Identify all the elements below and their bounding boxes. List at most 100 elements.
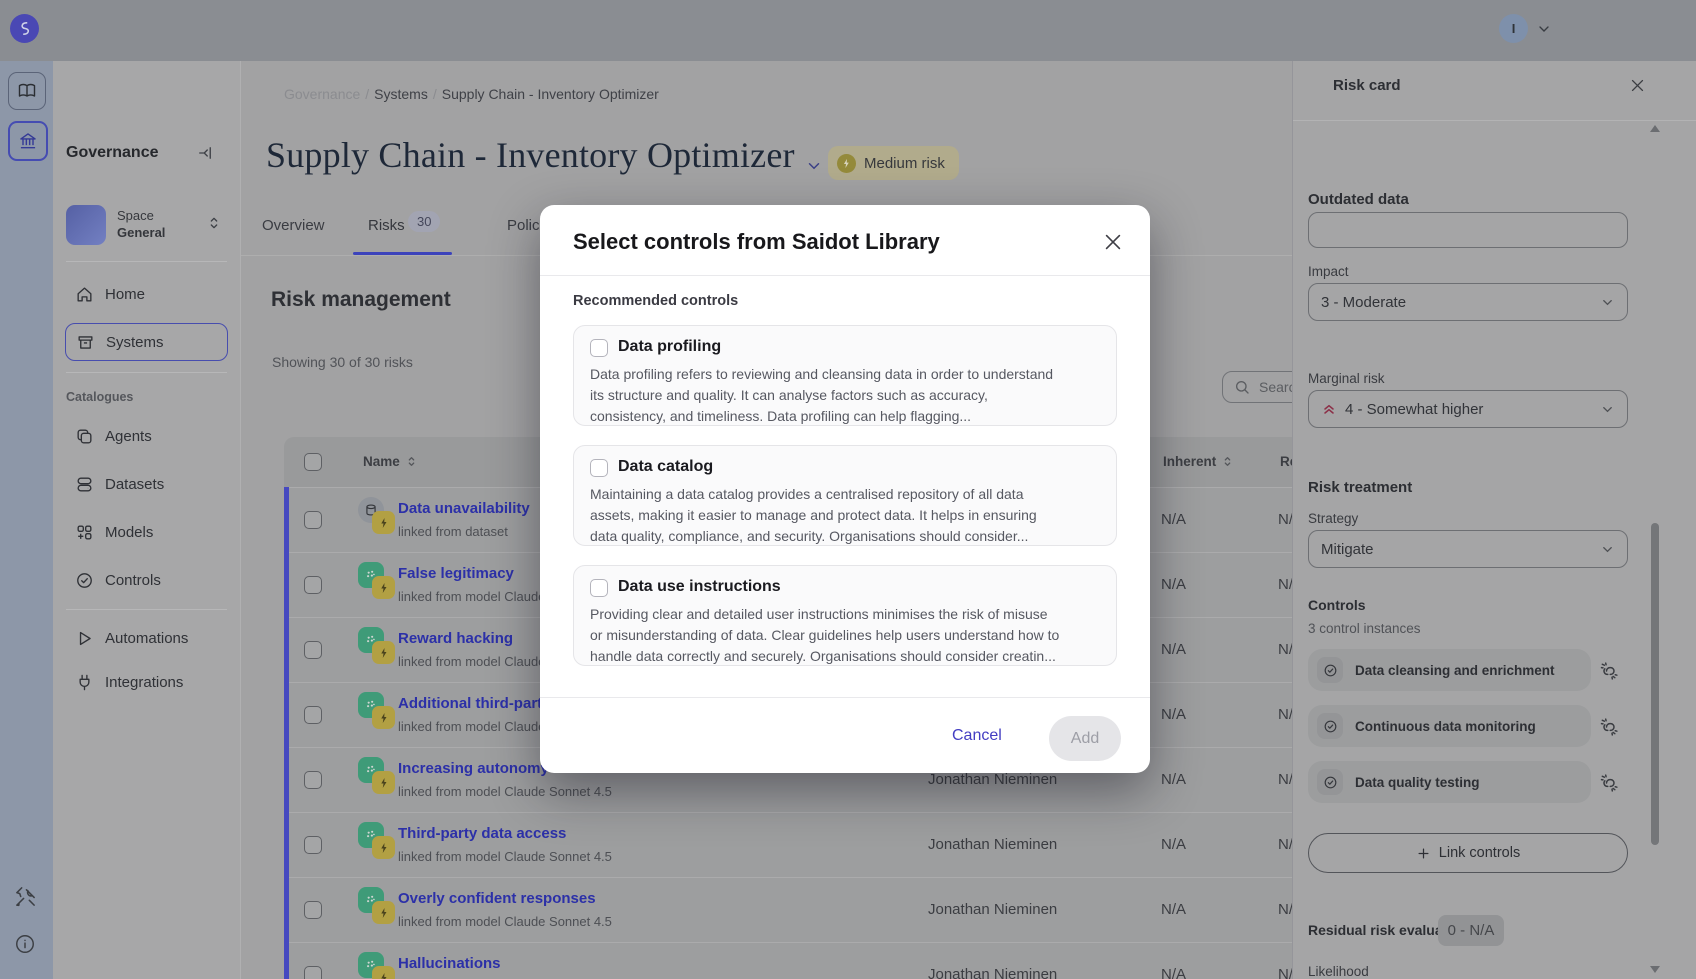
risk-bolt-icon — [372, 576, 395, 599]
breadcrumb-governance[interactable]: Governance — [284, 86, 360, 102]
risk-source-icons — [358, 887, 400, 929]
control-option-title: Data profiling — [618, 338, 721, 356]
panel-scrollbar-thumb[interactable] — [1651, 523, 1659, 845]
marginal-risk-select[interactable]: 4 - Somewhat higher — [1308, 390, 1628, 428]
controls-count: 3 control instances — [1308, 621, 1421, 636]
governance-bank-button[interactable] — [8, 121, 48, 161]
sort-icon — [405, 455, 418, 468]
likelihood-label: Likelihood — [1308, 964, 1369, 979]
control-chip[interactable]: Data cleansing and enrichment — [1308, 649, 1591, 691]
risk-field-partial[interactable] — [1308, 212, 1628, 248]
risk-linked-from: linked from dataset — [398, 524, 508, 539]
sidebar-divider — [66, 261, 227, 262]
risk-inherent: N/A — [1161, 576, 1186, 593]
unlink-control-icon[interactable] — [1599, 661, 1619, 681]
saidot-logo-icon[interactable] — [10, 14, 39, 43]
sidebar-item-systems[interactable]: Systems — [65, 323, 228, 361]
tab-overview[interactable]: Overview — [262, 217, 325, 234]
cancel-button[interactable]: Cancel — [952, 727, 1002, 745]
risk-name-link[interactable]: Hallucinations — [398, 955, 501, 972]
risk-bolt-icon — [372, 771, 395, 794]
control-checkbox[interactable] — [590, 579, 608, 597]
control-option-description: Data profiling refers to reviewing and c… — [590, 364, 1053, 427]
risk-badge-label: Medium risk — [864, 155, 945, 172]
user-avatar[interactable]: I — [1499, 14, 1528, 43]
sidebar-item-agents[interactable]: Agents — [65, 417, 228, 455]
tools-wrench-button[interactable] — [14, 885, 37, 908]
marginal-risk-label: Marginal risk — [1308, 371, 1385, 386]
risk-level-badge: Medium risk — [828, 146, 959, 180]
agents-icon — [75, 427, 94, 446]
modal-title: Select controls from Saidot Library — [573, 229, 940, 255]
row-checkbox[interactable] — [304, 771, 322, 789]
unlink-control-icon[interactable] — [1599, 717, 1619, 737]
page-title: Supply Chain - Inventory Optimizer — [266, 134, 795, 176]
risk-source-icons — [358, 952, 400, 979]
sidebar-collapse-icon[interactable] — [196, 144, 214, 162]
risk-name-link[interactable]: False legitimacy — [398, 565, 514, 582]
row-checkbox[interactable] — [304, 641, 322, 659]
panel-scroll-up-arrow[interactable] — [1650, 125, 1660, 132]
library-book-button[interactable] — [8, 72, 46, 110]
home-icon — [75, 285, 94, 304]
risk-card-close-icon[interactable] — [1629, 77, 1646, 94]
sidebar-item-home[interactable]: Home — [65, 275, 228, 313]
row-checkbox[interactable] — [304, 706, 322, 724]
risk-source-icons — [358, 822, 400, 864]
risk-name-link[interactable]: Third-party data access — [398, 825, 566, 842]
control-checkbox[interactable] — [590, 459, 608, 477]
risk-source-icons — [358, 757, 400, 799]
sidebar-item-datasets[interactable]: Datasets — [65, 465, 228, 503]
control-chip[interactable]: Data quality testing — [1308, 761, 1591, 803]
row-checkbox[interactable] — [304, 836, 322, 854]
row-checkbox[interactable] — [304, 966, 322, 979]
column-header-inherent[interactable]: Inherent — [1163, 454, 1234, 469]
control-check-icon — [1317, 769, 1343, 795]
modal-close-icon[interactable] — [1102, 231, 1124, 253]
bank-icon — [18, 131, 38, 151]
sidebar-item-controls[interactable]: Controls — [65, 561, 228, 599]
column-header-name[interactable]: Name — [363, 454, 418, 469]
tab-risks[interactable]: Risks — [368, 217, 405, 234]
space-name: General — [117, 225, 165, 240]
risk-name-link[interactable]: Overly confident responses — [398, 890, 596, 907]
space-switcher-chevrons-icon[interactable] — [206, 215, 222, 231]
sidebar-item-models[interactable]: Models — [65, 513, 228, 551]
sort-icon — [1221, 455, 1234, 468]
risk-inherent: N/A — [1161, 836, 1186, 853]
risk-inherent: N/A — [1161, 641, 1186, 658]
select-all-checkbox[interactable] — [304, 453, 322, 471]
control-checkbox[interactable] — [590, 339, 608, 357]
risk-linked-from: linked from model Claude Sonnet 4.5 — [398, 784, 612, 799]
user-menu-chevron-icon[interactable] — [1536, 21, 1552, 37]
risk-name-link[interactable]: Increasing autonomy — [398, 760, 549, 777]
control-option-card[interactable]: Data profiling Data profiling refers to … — [573, 325, 1117, 426]
risk-bolt-icon — [372, 511, 395, 534]
breadcrumb-systems[interactable]: Systems — [374, 86, 428, 102]
control-option-card[interactable]: Data catalog Maintaining a data catalog … — [573, 445, 1117, 546]
chevron-down-icon — [1600, 295, 1615, 310]
risk-inherent: N/A — [1161, 771, 1186, 788]
title-chevron-icon[interactable] — [805, 157, 823, 175]
sidebar-item-automations[interactable]: Automations — [65, 619, 228, 657]
controls-heading: Controls — [1308, 597, 1366, 613]
row-checkbox[interactable] — [304, 576, 322, 594]
breadcrumb-current: Supply Chain - Inventory Optimizer — [442, 86, 659, 102]
control-name: Data quality testing — [1355, 775, 1480, 790]
impact-select[interactable]: 3 - Moderate — [1308, 283, 1628, 321]
strategy-select[interactable]: Mitigate — [1308, 530, 1628, 568]
space-avatar[interactable] — [66, 205, 106, 245]
info-button[interactable] — [14, 933, 36, 955]
risk-name-link[interactable]: Data unavailability — [398, 500, 530, 517]
control-option-card[interactable]: Data use instructions Providing clear an… — [573, 565, 1117, 666]
sidebar-item-integrations[interactable]: Integrations — [65, 663, 228, 701]
panel-scroll-down-arrow[interactable] — [1650, 966, 1660, 973]
control-check-icon — [1317, 713, 1343, 739]
row-checkbox[interactable] — [304, 901, 322, 919]
link-controls-button[interactable]: Link controls — [1308, 833, 1628, 873]
control-chip[interactable]: Continuous data monitoring — [1308, 705, 1591, 747]
row-checkbox[interactable] — [304, 511, 322, 529]
add-button[interactable]: Add — [1049, 716, 1121, 761]
risk-name-link[interactable]: Reward hacking — [398, 630, 513, 647]
unlink-control-icon[interactable] — [1599, 773, 1619, 793]
